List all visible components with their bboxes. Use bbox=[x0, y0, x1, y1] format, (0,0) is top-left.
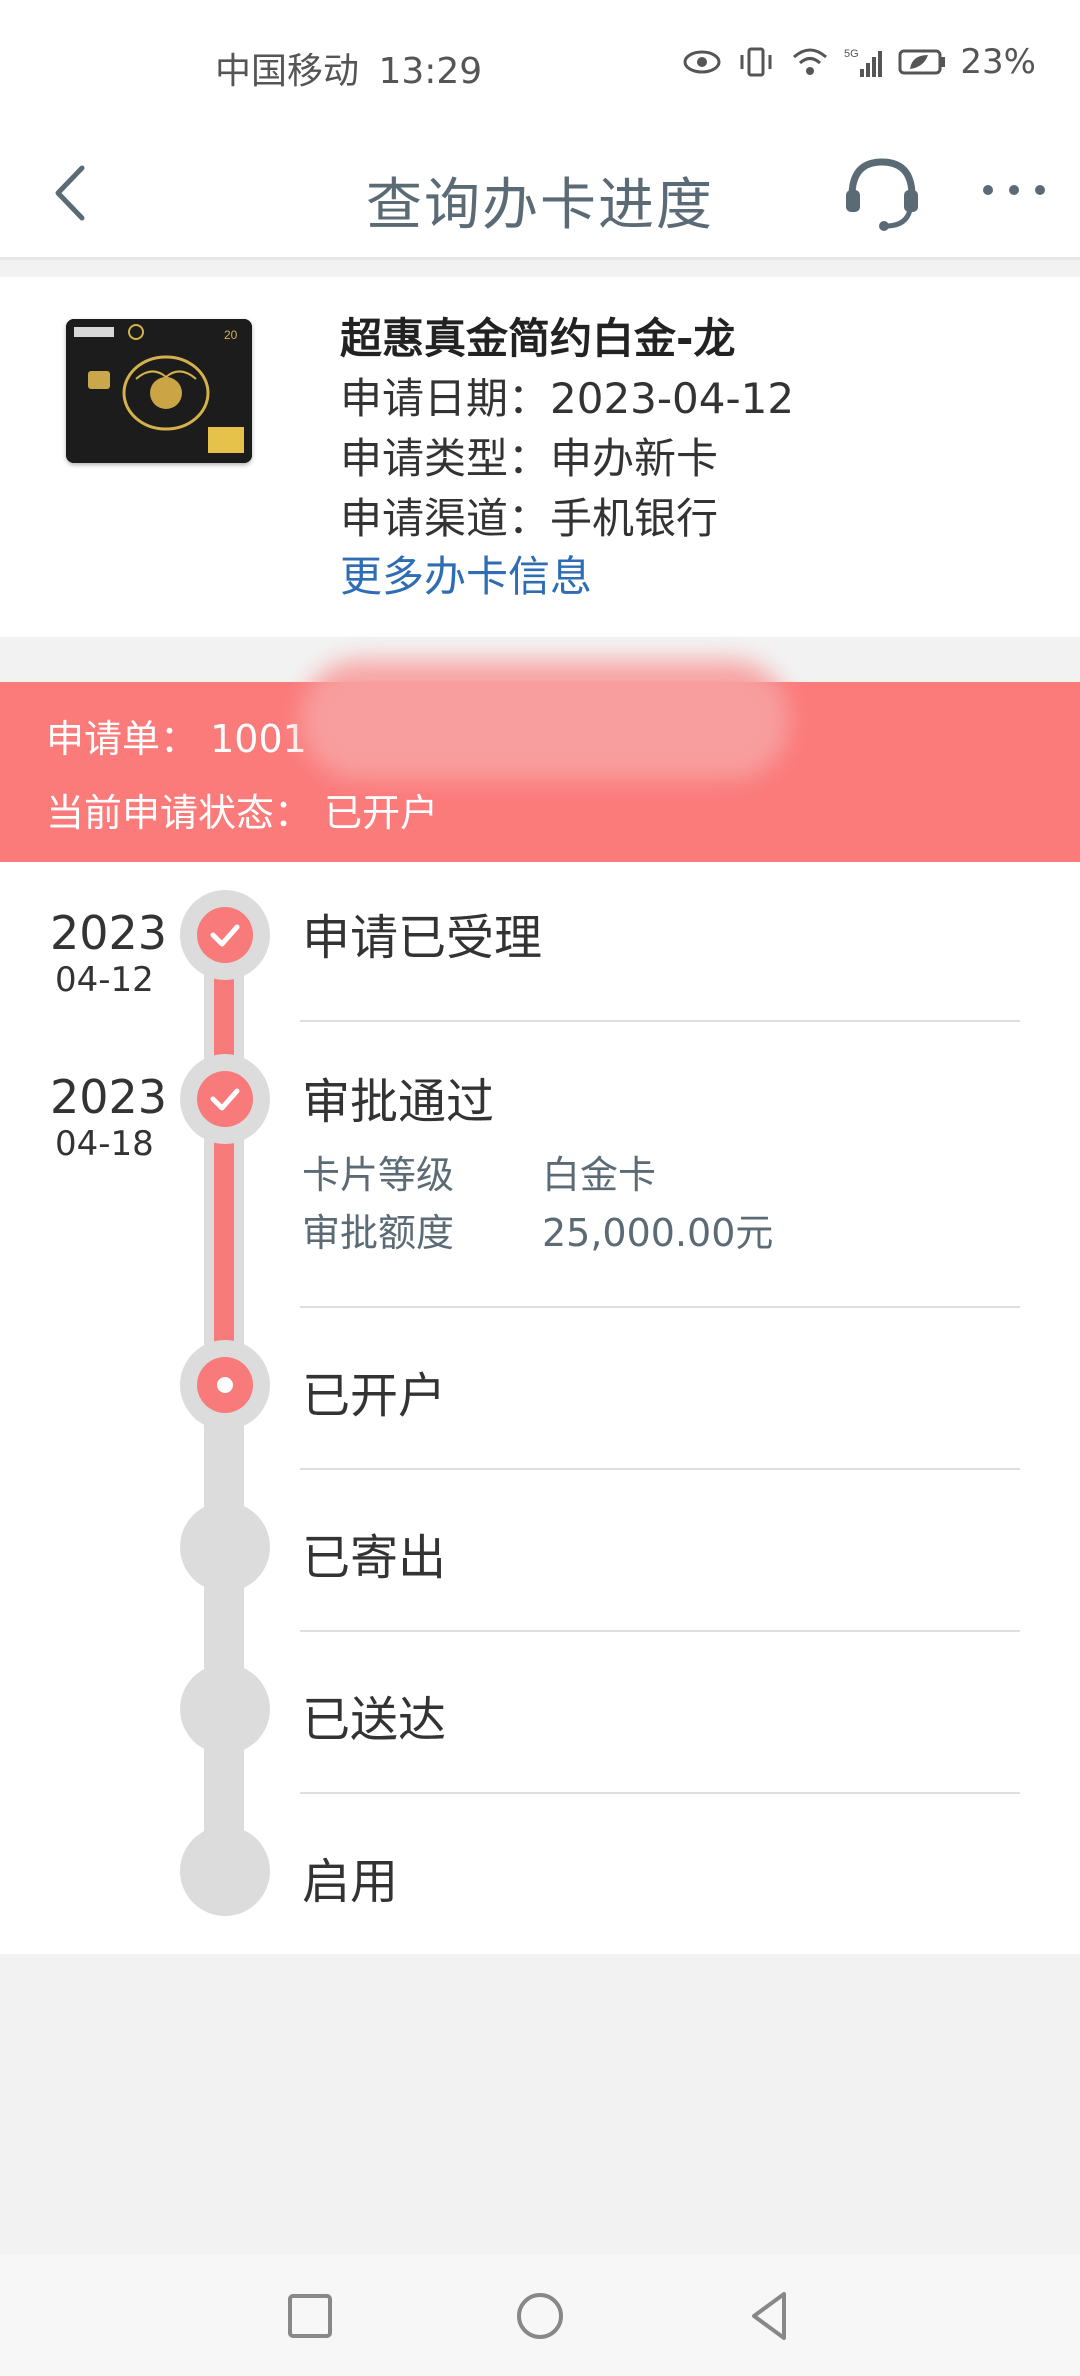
more-icon[interactable] bbox=[980, 175, 1048, 205]
card-product-name: 超惠真金简约白金-龙 bbox=[340, 314, 736, 363]
apply-channel-row: 申请渠道：手机银行 bbox=[340, 485, 718, 546]
battery-icon bbox=[898, 49, 946, 75]
step-5-title: 已送达 bbox=[302, 1692, 447, 1748]
5g-signal-icon: 5G bbox=[844, 48, 883, 77]
headset-icon[interactable] bbox=[840, 150, 924, 234]
status-value: 已开户 bbox=[324, 791, 439, 835]
eye-icon bbox=[683, 50, 721, 74]
divider bbox=[300, 1306, 1020, 1308]
redaction-blur bbox=[300, 660, 790, 780]
order-row: 申请单： 1001 bbox=[46, 708, 307, 763]
current-dot-icon bbox=[217, 1377, 233, 1393]
carrier-name: 中国移动 bbox=[215, 51, 360, 92]
vibrate-icon bbox=[740, 47, 772, 77]
svg-text:20: 20 bbox=[224, 328, 238, 342]
step-3-node bbox=[180, 1340, 270, 1430]
apply-date-row: 申请日期：2023-04-12 bbox=[340, 365, 794, 426]
application-status-banner: 申请单： 1001 当前申请状态： 已开户 bbox=[0, 660, 1080, 862]
step-2-date: 04-18 bbox=[55, 1124, 154, 1164]
wifi-icon bbox=[793, 48, 828, 75]
system-nav-bar bbox=[0, 2254, 1080, 2376]
credit-card-image: 20 bbox=[66, 319, 252, 463]
divider bbox=[300, 1020, 1020, 1022]
clock: 13:29 bbox=[378, 51, 483, 92]
apply-type-row: 申请类型：申办新卡 bbox=[340, 425, 718, 486]
step-4-node bbox=[180, 1502, 270, 1592]
apply-type-label: 申请类型： bbox=[340, 434, 551, 483]
step-2-node bbox=[180, 1054, 270, 1144]
credit-limit-label: 审批额度 bbox=[302, 1211, 455, 1255]
card-level-row: 卡片等级 白金卡 bbox=[302, 1144, 656, 1199]
battery-percent: 23% bbox=[960, 42, 1036, 82]
step-3-title: 已开户 bbox=[302, 1368, 447, 1424]
check-icon bbox=[210, 1088, 240, 1111]
nav-bar: 查询办卡进度 bbox=[0, 130, 1080, 260]
divider bbox=[300, 1468, 1020, 1470]
status-row: 当前申请状态： 已开户 bbox=[46, 782, 438, 837]
apply-date-label: 申请日期： bbox=[340, 374, 551, 423]
status-label: 当前申请状态： bbox=[46, 791, 313, 835]
progress-timeline: 2023 04-12 申请已受理 2023 04-18 审批通过 卡片等级 白金… bbox=[0, 862, 1080, 1954]
recent-apps-icon[interactable] bbox=[280, 2286, 340, 2346]
step-5-node bbox=[180, 1664, 270, 1754]
apply-channel-label: 申请渠道： bbox=[340, 494, 551, 543]
status-bar: 中国移动 13:29 5G 23% bbox=[0, 0, 1080, 130]
step-6-node bbox=[180, 1826, 270, 1916]
step-4-title: 已寄出 bbox=[302, 1530, 447, 1586]
card-level-label: 卡片等级 bbox=[302, 1153, 455, 1197]
step-2-year: 2023 bbox=[50, 1070, 168, 1124]
step-1-node bbox=[180, 890, 270, 980]
back-icon[interactable] bbox=[740, 2286, 800, 2346]
step-1-title: 申请已受理 bbox=[302, 910, 543, 966]
order-number: 1001 bbox=[210, 717, 307, 761]
timeline-progress bbox=[214, 932, 234, 1392]
credit-limit-value: 25,000.00元 bbox=[542, 1211, 774, 1255]
status-icons: 5G 23% bbox=[682, 42, 1036, 82]
step-2-title: 审批通过 bbox=[302, 1074, 495, 1130]
apply-type-value: 申办新卡 bbox=[550, 434, 719, 483]
status-left: 中国移动 13:29 bbox=[215, 42, 482, 94]
check-icon bbox=[210, 924, 240, 947]
svg-text:5G: 5G bbox=[844, 48, 859, 60]
apply-date-value: 2023-04-12 bbox=[550, 374, 795, 423]
divider bbox=[300, 1792, 1020, 1794]
card-level-value: 白金卡 bbox=[542, 1153, 657, 1197]
home-icon[interactable] bbox=[510, 2286, 570, 2346]
step-6-title: 启用 bbox=[302, 1854, 399, 1910]
card-art-icon: 20 bbox=[66, 319, 252, 463]
apply-channel-value: 手机银行 bbox=[550, 494, 719, 543]
step-1-year: 2023 bbox=[50, 906, 168, 960]
card-info-section: 20 超惠真金简约白金-龙 申请日期：2023-04-12 申请类型：申办新卡 … bbox=[0, 277, 1080, 637]
divider bbox=[300, 1630, 1020, 1632]
credit-limit-row: 审批额度 25,000.00元 bbox=[302, 1202, 773, 1257]
step-1-date: 04-12 bbox=[55, 960, 154, 1000]
more-card-info-link[interactable]: 更多办卡信息 bbox=[340, 543, 592, 604]
order-label: 申请单： bbox=[46, 717, 199, 761]
